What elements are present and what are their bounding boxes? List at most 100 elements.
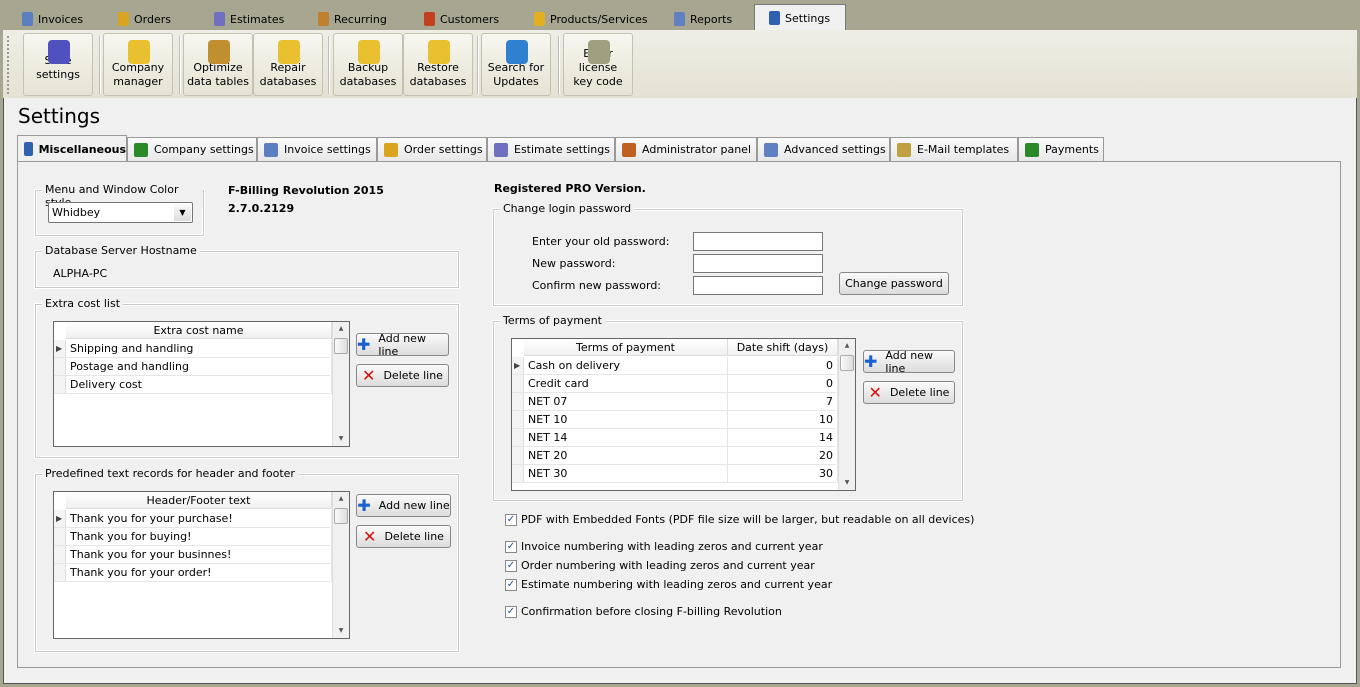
tab-e-mail-templates[interactable]: E-Mail templates: [890, 137, 1018, 161]
extra-cost-grid[interactable]: Extra cost name ▶ Shipping and handling Pos…: [53, 321, 350, 447]
backup-databases-button[interactable]: Backup databases: [333, 33, 403, 96]
tab-icon: [134, 142, 148, 157]
table-cell: Shipping and handling: [66, 340, 332, 358]
table-row[interactable]: Thank you for your businnes!: [54, 546, 332, 564]
top-tab-products-services[interactable]: Products/Services: [520, 8, 660, 30]
repair-databases-button[interactable]: Repair databases: [253, 33, 323, 96]
tab-payments[interactable]: Payments: [1018, 137, 1104, 161]
checkbox-check-icon[interactable]: ✓: [505, 605, 517, 618]
add-term-button[interactable]: ✚ Add new line: [863, 349, 955, 375]
table-row[interactable]: Thank you for buying!: [54, 528, 332, 546]
top-tab-estimates[interactable]: Estimates: [200, 8, 304, 30]
table-row[interactable]: NET 10 10: [512, 411, 838, 429]
table-row[interactable]: Postage and handling: [54, 358, 332, 376]
save-settings-button[interactable]: Save settings: [23, 33, 93, 96]
delete-header-footer-button[interactable]: ✕ Delete line: [356, 525, 451, 548]
table-row[interactable]: Thank you for your order!: [54, 564, 332, 582]
add-extra-cost-button[interactable]: ✚ Add new line: [356, 332, 449, 358]
optimize-data-tables-button[interactable]: Optimize data tables: [183, 33, 253, 96]
vertical-scrollbar[interactable]: ▲ ▼: [332, 322, 349, 446]
tab-administrator-panel[interactable]: Administrator panel: [615, 137, 757, 161]
column-header[interactable]: Extra cost name: [66, 322, 332, 339]
column-header[interactable]: Header/Footer text: [66, 492, 332, 509]
tab-company-settings[interactable]: Company settings: [127, 137, 257, 161]
tab-label: Payments: [1045, 143, 1099, 156]
column-header[interactable]: Date shift (days): [728, 339, 838, 356]
table-cell: Thank you for your order!: [66, 564, 332, 582]
row-indicator: [54, 376, 66, 393]
scroll-up-icon[interactable]: ▲: [333, 322, 349, 336]
scroll-down-icon[interactable]: ▼: [333, 624, 349, 638]
scroll-thumb[interactable]: [334, 338, 348, 354]
tab-label: Recurring: [334, 12, 387, 26]
button-label: Change password: [845, 277, 943, 290]
confirm-password-input[interactable]: [693, 276, 823, 295]
option-checkbox[interactable]: ✓ Invoice numbering with leading zeros an…: [505, 540, 823, 553]
table-row[interactable]: NET 14 14: [512, 429, 838, 447]
chevron-down-icon[interactable]: ▼: [174, 204, 191, 221]
scroll-down-icon[interactable]: ▼: [839, 476, 855, 490]
top-tab-reports[interactable]: Reports: [660, 8, 754, 30]
enter-license-key-button[interactable]: Enter licensekey code: [563, 33, 633, 96]
tab-estimate-settings[interactable]: Estimate settings: [487, 137, 615, 161]
header-footer-grid[interactable]: Header/Footer text ▶ Thank you for your pu…: [53, 491, 350, 639]
tab-miscellaneous[interactable]: Miscellaneous: [17, 135, 127, 162]
tab-icon: [534, 12, 545, 26]
delete-x-icon: ✕: [363, 526, 377, 546]
top-tab-orders[interactable]: Orders: [104, 8, 200, 30]
old-password-input[interactable]: [693, 232, 823, 251]
table-row[interactable]: ▶ Shipping and handling: [54, 340, 332, 358]
checkbox-check-icon[interactable]: ✓: [505, 578, 517, 591]
tab-advanced-settings[interactable]: Advanced settings: [757, 137, 890, 161]
scroll-thumb[interactable]: [334, 508, 348, 524]
table-row[interactable]: Delivery cost: [54, 376, 332, 394]
database-backup-icon: [358, 40, 380, 64]
tab-order-settings[interactable]: Order settings: [377, 137, 487, 161]
add-header-footer-button[interactable]: ✚ Add new line: [356, 494, 451, 517]
row-indicator: [512, 411, 524, 428]
color-style-value: Whidbey: [52, 206, 101, 219]
plus-icon: ✚: [357, 495, 371, 515]
delete-extra-cost-button[interactable]: ✕ Delete line: [356, 364, 449, 387]
button-label: Delete line: [889, 386, 950, 399]
top-tab-customers[interactable]: Customers: [410, 8, 520, 30]
top-tab-invoices[interactable]: Invoices: [8, 8, 104, 30]
delete-term-button[interactable]: ✕ Delete line: [863, 381, 955, 404]
vertical-scrollbar[interactable]: ▲ ▼: [838, 339, 855, 490]
table-row[interactable]: ▶ Thank you for your purchase!: [54, 510, 332, 528]
new-password-input[interactable]: [693, 254, 823, 273]
checkbox-check-icon[interactable]: ✓: [505, 559, 517, 572]
table-cell: Delivery cost: [66, 376, 332, 394]
row-indicator: [512, 447, 524, 464]
table-row[interactable]: NET 20 20: [512, 447, 838, 465]
column-header[interactable]: Terms of payment: [524, 339, 728, 356]
vertical-scrollbar[interactable]: ▲ ▼: [332, 492, 349, 638]
current-row-indicator: ▶: [512, 357, 524, 374]
scroll-up-icon[interactable]: ▲: [333, 492, 349, 506]
option-checkbox[interactable]: ✓ Estimate numbering with leading zeros a…: [505, 578, 832, 591]
search-for-updates-button[interactable]: Search for Updates: [481, 33, 551, 96]
table-row[interactable]: Credit card 0: [512, 375, 838, 393]
tab-invoice-settings[interactable]: Invoice settings: [257, 137, 377, 161]
table-row[interactable]: ▶ Cash on delivery 0: [512, 357, 838, 375]
table-row[interactable]: NET 07 7: [512, 393, 838, 411]
top-tab-settings[interactable]: Settings: [754, 4, 846, 31]
scroll-thumb[interactable]: [840, 355, 854, 371]
option-checkbox[interactable]: ✓ PDF with Embedded Fonts (PDF file size …: [505, 513, 974, 526]
top-tab-recurring[interactable]: Recurring: [304, 8, 410, 30]
table-cell: Credit card: [524, 375, 728, 393]
option-checkbox[interactable]: ✓ Order numbering with leading zeros and …: [505, 559, 815, 572]
checkbox-check-icon[interactable]: ✓: [505, 513, 517, 526]
table-row[interactable]: NET 30 30: [512, 465, 838, 483]
color-style-select[interactable]: Whidbey ▼: [48, 202, 193, 223]
toolbar-grip[interactable]: [7, 36, 10, 94]
restore-databases-button[interactable]: Restore databases: [403, 33, 473, 96]
table-cell: Cash on delivery: [524, 357, 728, 375]
company-manager-button[interactable]: Company manager: [103, 33, 173, 96]
terms-grid[interactable]: Terms of payment Date shift (days) ▶ Cash o…: [511, 338, 856, 491]
scroll-up-icon[interactable]: ▲: [839, 339, 855, 353]
option-checkbox[interactable]: ✓ Confirmation before closing F-billing R…: [505, 605, 782, 618]
scroll-down-icon[interactable]: ▼: [333, 432, 349, 446]
checkbox-check-icon[interactable]: ✓: [505, 540, 517, 553]
change-password-button[interactable]: Change password: [839, 272, 949, 295]
